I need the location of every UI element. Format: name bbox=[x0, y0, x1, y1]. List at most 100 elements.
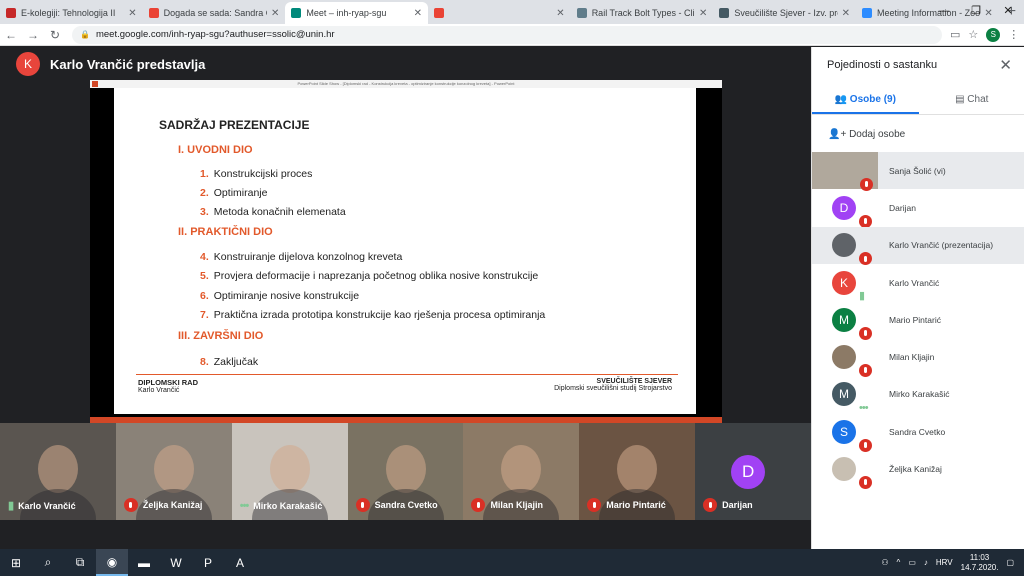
participant-name: Milan Kljajin bbox=[490, 500, 543, 510]
url-field[interactable]: 🔒 meet.google.com/inh-ryap-sgu?authuser=… bbox=[72, 25, 942, 44]
browser-tab[interactable]: ✕ bbox=[428, 2, 571, 24]
browser-tab[interactable]: Rail Track Bolt Types - Clip B ✕ bbox=[571, 2, 714, 24]
word-icon[interactable]: W bbox=[160, 549, 192, 576]
slide-list-item: 2. Optimiranje bbox=[200, 187, 267, 199]
participant-tile[interactable]: Mario Pintarić bbox=[579, 423, 696, 520]
people-list-item[interactable]: M Mario Pintarić bbox=[812, 301, 1024, 340]
slide-list-item: 1. Konstrukcijski proces bbox=[200, 168, 312, 180]
add-people-button[interactable]: 👤+ Dodaj osobe bbox=[828, 129, 905, 140]
close-window-icon[interactable]: ✕ bbox=[992, 0, 1024, 22]
people-list-item[interactable]: D Darijan bbox=[812, 189, 1024, 228]
camera-icon[interactable]: ▭ bbox=[950, 28, 960, 41]
speaking-icon: ▮ bbox=[859, 289, 865, 302]
powerpoint-taskbar-icon[interactable]: P bbox=[192, 549, 224, 576]
volume-icon[interactable]: ♪ bbox=[924, 558, 928, 567]
tab-close-icon[interactable]: ✕ bbox=[271, 8, 279, 19]
people-list-item[interactable]: M ••• Mirko Karakašić bbox=[812, 376, 1024, 414]
person-avatar bbox=[832, 457, 856, 482]
clock[interactable]: 11:03 14.7.2020. bbox=[961, 553, 999, 573]
maximize-icon[interactable]: ❐ bbox=[960, 0, 992, 22]
browser-tab[interactable]: E-kolegiji: Tehnologija II ✕ bbox=[0, 2, 143, 24]
mic-off-icon bbox=[123, 498, 138, 512]
pdf-icon[interactable]: A bbox=[224, 549, 256, 576]
tab-favicon-icon bbox=[576, 8, 587, 18]
chat-icon: ▤ bbox=[955, 94, 965, 105]
person-avatar: K bbox=[832, 270, 856, 295]
tab-close-icon[interactable]: ✕ bbox=[128, 8, 136, 19]
people-list-item[interactable]: K ▮ Karlo Vrančić bbox=[812, 264, 1024, 302]
tab-favicon-icon bbox=[291, 8, 302, 18]
person-name: Karlo Vrančić bbox=[889, 277, 940, 288]
footer-left-sub: Karlo Vrančić bbox=[138, 387, 180, 394]
people-icon: 👥 bbox=[834, 94, 848, 105]
address-bar: ← → ↻ 🔒 meet.google.com/inh-ryap-sgu?aut… bbox=[0, 24, 1024, 46]
close-icon[interactable]: ✕ bbox=[999, 56, 1012, 74]
tab-close-icon[interactable]: ✕ bbox=[699, 8, 707, 19]
browser-tab[interactable]: Meet – inh-ryap-sgu ✕ bbox=[285, 2, 429, 24]
participant-tile[interactable]: D Darijan bbox=[695, 423, 812, 520]
participant-video bbox=[385, 445, 426, 493]
participant-video bbox=[153, 445, 194, 493]
lock-icon: 🔒 bbox=[80, 30, 90, 39]
clock-date: 14.7.2020. bbox=[960, 562, 999, 572]
people-list-item[interactable]: Milan Kljajin bbox=[812, 338, 1024, 377]
item-text: Praktična izrada prototipa konstrukcije … bbox=[213, 309, 546, 321]
chevron-up-icon[interactable]: ^ bbox=[897, 558, 901, 567]
add-person-icon: 👤+ bbox=[828, 129, 847, 140]
people-tray-icon[interactable]: ⚇ bbox=[881, 558, 888, 567]
tab-chat[interactable]: ▤ Chat bbox=[919, 87, 1024, 114]
item-number: 1. bbox=[200, 168, 209, 180]
back-icon[interactable]: ← bbox=[0, 28, 22, 42]
minimize-icon[interactable]: — bbox=[928, 0, 960, 22]
person-name: Darijan bbox=[889, 202, 916, 213]
system-tray: ⚇ ^ ▭ ♪ HRV 11:03 14.7.2020. ▢ bbox=[881, 549, 1014, 576]
people-list-item[interactable]: Karlo Vrančić (prezentacija) bbox=[812, 226, 1024, 266]
ppt-titlebar: PowerPoint Slide Show - [Diplomski rad -… bbox=[90, 80, 722, 88]
browser-tab[interactable]: Sveučilište Sjever - Izv. prof. ✕ bbox=[713, 2, 856, 24]
participant-tile[interactable]: ▮ Karlo Vrančić bbox=[0, 423, 116, 520]
notifications-icon[interactable]: ▢ bbox=[1006, 558, 1014, 567]
participant-label: Darijan bbox=[703, 498, 753, 512]
menu-icon[interactable]: ⋮ bbox=[1008, 28, 1019, 41]
tab-title: E-kolegiji: Tehnologija II bbox=[21, 8, 116, 18]
item-text: Konstruiranje dijelova konzolnog kreveta bbox=[213, 251, 403, 263]
people-list-item[interactable]: Sanja Šolić (vi) bbox=[812, 152, 1024, 191]
people-list-item[interactable]: Željka Kanižaj bbox=[812, 450, 1024, 490]
tab-close-icon[interactable]: ✕ bbox=[556, 8, 564, 19]
participant-tile[interactable]: ••• Mirko Karakašić bbox=[231, 423, 348, 520]
participant-tile[interactable]: Milan Kljajin bbox=[463, 423, 580, 520]
slide: SADRŽAJ PREZENTACIJE DIPLOMSKI RAD Karlo… bbox=[114, 88, 696, 414]
windows-start-icon[interactable]: ⊞ bbox=[0, 549, 32, 576]
task-view-icon[interactable]: ⧉ bbox=[64, 549, 96, 576]
person-name: Sanja Šolić (vi) bbox=[889, 165, 946, 176]
profile-avatar[interactable]: S bbox=[986, 27, 1001, 42]
presenter-header: K Karlo Vrančić predstavlja bbox=[16, 52, 205, 76]
forward-icon[interactable]: → bbox=[22, 28, 44, 42]
search-icon[interactable]: ⌕ bbox=[32, 549, 64, 576]
item-number: 7. bbox=[200, 309, 209, 321]
tab-close-icon[interactable]: ✕ bbox=[842, 8, 850, 19]
clock-time: 11:03 bbox=[969, 552, 990, 562]
footer-divider bbox=[136, 374, 678, 375]
mic-off-icon bbox=[587, 498, 602, 512]
slide-heading: SADRŽAJ PREZENTACIJE bbox=[159, 118, 310, 132]
mic-off-icon bbox=[471, 498, 486, 512]
tab-people[interactable]: 👥 Osobe (9) bbox=[812, 87, 919, 114]
people-list-item[interactable]: S Sandra Cvetko bbox=[812, 413, 1024, 452]
tab-close-icon[interactable]: ✕ bbox=[414, 8, 422, 19]
tab-favicon-icon bbox=[862, 8, 873, 18]
participant-tile[interactable]: Željka Kanižaj bbox=[115, 423, 232, 520]
item-text: Konstrukcijski proces bbox=[213, 168, 313, 180]
participant-tile[interactable]: Sandra Cvetko bbox=[347, 423, 464, 520]
browser-tab[interactable]: Dogada se sada: Sandra Cvet ✕ bbox=[143, 2, 286, 24]
network-icon[interactable]: ▭ bbox=[908, 558, 916, 567]
footer-left-title: DIPLOMSKI RAD bbox=[138, 378, 198, 387]
star-icon[interactable]: ☆ bbox=[968, 28, 978, 41]
reload-icon[interactable]: ↻ bbox=[44, 28, 66, 42]
person-status bbox=[859, 472, 872, 490]
language-indicator[interactable]: HRV bbox=[936, 558, 953, 567]
item-text: Optimiranje bbox=[213, 187, 268, 199]
file-explorer-icon[interactable]: ▬ bbox=[128, 549, 160, 576]
add-people-label: Dodaj osobe bbox=[849, 129, 906, 140]
chrome-icon[interactable]: ◉ bbox=[96, 549, 128, 576]
